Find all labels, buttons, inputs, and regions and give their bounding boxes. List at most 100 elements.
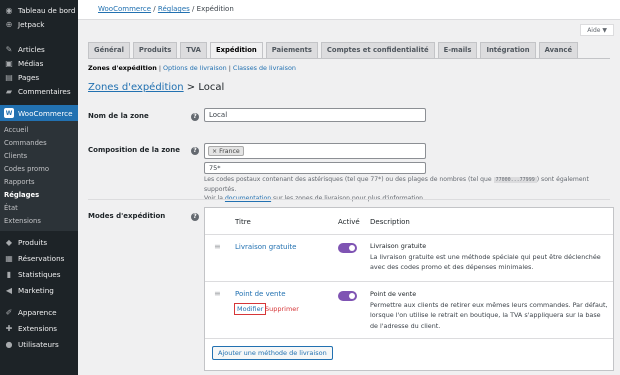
method-enabled-toggle[interactable] <box>338 291 357 301</box>
comment-icon: ▰ <box>5 86 13 96</box>
woocommerce-submenu: Accueil Commandes Clients Codes promo Ra… <box>0 121 78 231</box>
media-icon: ▣ <box>5 58 13 68</box>
tab-general[interactable]: Général <box>88 42 130 58</box>
breadcrumb-reglages[interactable]: Réglages <box>158 5 190 13</box>
stats-icon: ▮ <box>6 269 12 279</box>
submenu-clients[interactable]: Clients <box>0 150 78 163</box>
sidebar-item-label: Réservations <box>18 253 65 263</box>
sidebar-item-extensions[interactable]: ✚ Extensions <box>0 320 78 336</box>
col-enabled: Activé <box>338 218 360 226</box>
zone-name-label: Nom de la zone <box>88 112 149 120</box>
col-description: Description <box>370 218 410 226</box>
method-description: Livraison gratuite La livraison gratuite… <box>370 241 610 273</box>
postcode-textarea[interactable]: 75* <box>204 162 426 174</box>
tab-emails[interactable]: E-mails <box>437 42 478 58</box>
breadcrumb-woocommerce[interactable]: WooCommerce <box>98 5 151 13</box>
sidebar-item-marketing[interactable]: ◀ Marketing <box>0 282 78 298</box>
sidebar-item-comments[interactable]: ▰ Commentaires <box>0 84 78 98</box>
calendar-icon: ▦ <box>5 253 13 263</box>
submenu-commandes[interactable]: Commandes <box>0 137 78 150</box>
methods-label: Modes d'expédition <box>88 212 166 220</box>
row-divider <box>205 281 613 282</box>
shipping-methods-table: Titre Activé Description ≡ Livraison gra… <box>204 207 614 371</box>
sidebar-item-label: Commentaires <box>18 86 71 96</box>
help-button[interactable]: Aide ▼ <box>580 24 614 36</box>
tab-tva[interactable]: TVA <box>180 42 207 58</box>
region-chip-france[interactable]: × France <box>208 146 244 156</box>
sidebar-item-label: Tableau de bord <box>18 5 76 15</box>
sidebar-item-jetpack[interactable]: ⊕ Jetpack <box>0 17 78 31</box>
plugin-icon: ✚ <box>5 323 13 333</box>
tab-divider <box>88 58 610 59</box>
zone-regions-select[interactable]: × France <box>204 143 426 159</box>
pin-icon: ✎ <box>5 44 13 54</box>
sidebar-item-label: Extensions <box>18 323 58 333</box>
subnav-classes[interactable]: Classes de livraison <box>233 64 296 72</box>
method-enabled-toggle[interactable] <box>338 243 357 253</box>
sidebar-item-label: Statistiques <box>18 269 61 279</box>
tab-avance[interactable]: Avancé <box>538 42 579 58</box>
sidebar-item-statistiques[interactable]: ▮ Statistiques <box>0 266 78 282</box>
hint-code: 77000...77999 <box>493 177 537 183</box>
sidebar-item-woocommerce[interactable]: W WooCommerce <box>0 105 78 121</box>
shipping-subnav: Zones d'expédition | Options de livraiso… <box>88 64 296 72</box>
user-icon: ● <box>5 339 13 349</box>
method-title-link[interactable]: Livraison gratuite <box>235 243 296 251</box>
submenu-codes-promo[interactable]: Codes promo <box>0 163 78 176</box>
toggle-knob <box>349 245 355 251</box>
sidebar-item-label: WooCommerce <box>18 108 73 118</box>
delete-method-link[interactable]: Supprimer <box>265 305 299 313</box>
breadcrumb-separator: / <box>151 5 158 13</box>
toggle-knob <box>349 293 355 299</box>
sidebar-item-label: Articles <box>18 44 45 54</box>
method-title-link[interactable]: Point de vente <box>235 290 286 298</box>
sidebar-item-apparence[interactable]: ✐ Apparence <box>0 304 78 320</box>
edit-method-link[interactable]: Modifier <box>234 303 267 315</box>
submenu-rapports[interactable]: Rapports <box>0 176 78 189</box>
help-tip-icon[interactable]: ? <box>191 147 199 155</box>
sidebar-item-label: Produits <box>18 237 48 247</box>
sidebar-item-dashboard[interactable]: ◉ Tableau de bord <box>0 3 78 17</box>
drag-handle-icon[interactable]: ≡ <box>214 289 221 298</box>
tab-integration[interactable]: Intégration <box>480 42 536 58</box>
tab-expedition[interactable]: Expédition <box>209 42 263 58</box>
zone-name-input[interactable]: Local <box>204 108 426 122</box>
dashboard-icon: ◉ <box>5 5 13 15</box>
submenu-extensions[interactable]: Extensions <box>0 215 78 228</box>
submenu-reglages[interactable]: Réglages <box>0 189 78 202</box>
sidebar-item-label: Apparence <box>18 307 57 317</box>
sidebar-item-reservations[interactable]: ▦ Réservations <box>0 250 78 266</box>
subnav-zones[interactable]: Zones d'expédition <box>88 64 157 72</box>
admin-sidebar: ◉ Tableau de bord ⊕ Jetpack ✎ Articles ▣ Méd… <box>0 0 78 375</box>
method-description-text: Permettre aux clients de retirer eux mêm… <box>370 300 608 330</box>
tab-produits[interactable]: Produits <box>132 42 178 58</box>
megaphone-icon: ◀ <box>5 285 13 295</box>
help-tip-icon[interactable]: ? <box>191 113 199 121</box>
tab-comptes[interactable]: Comptes et confidentialité <box>320 42 435 58</box>
sidebar-item-label: Médias <box>18 58 44 68</box>
pages-icon: ▤ <box>5 72 13 82</box>
sidebar-item-medias[interactable]: ▣ Médias <box>0 56 78 70</box>
method-description-text: La livraison gratuite est une méthode sp… <box>370 252 601 272</box>
method-description: Point de vente Permettre aux clients de … <box>370 289 610 331</box>
help-tip-icon[interactable]: ? <box>191 213 199 221</box>
sidebar-item-label: Utilisateurs <box>18 339 59 349</box>
page-title-link[interactable]: Zones d'expédition <box>88 82 184 93</box>
sidebar-item-produits[interactable]: ◆ Produits <box>0 234 78 250</box>
row-divider <box>205 338 613 339</box>
method-description-title: Livraison gratuite <box>370 242 427 250</box>
subnav-options[interactable]: Options de livraison <box>163 64 227 72</box>
submenu-etat[interactable]: État <box>0 202 78 215</box>
add-shipping-method-button[interactable]: Ajouter une méthode de livraison <box>212 346 333 360</box>
sidebar-item-utilisateurs[interactable]: ● Utilisateurs <box>0 336 78 352</box>
sidebar-item-articles[interactable]: ✎ Articles <box>0 42 78 56</box>
settings-tabs: Général Produits TVA Expédition Paiement… <box>88 42 579 58</box>
brush-icon: ✐ <box>5 307 13 317</box>
products-icon: ◆ <box>5 237 13 247</box>
sidebar-item-pages[interactable]: ▤ Pages <box>0 70 78 84</box>
tab-paiements[interactable]: Paiements <box>265 42 318 58</box>
method-description-title: Point de vente <box>370 290 417 298</box>
jetpack-icon: ⊕ <box>5 19 13 29</box>
drag-handle-icon[interactable]: ≡ <box>214 242 221 251</box>
submenu-accueil[interactable]: Accueil <box>0 124 78 137</box>
